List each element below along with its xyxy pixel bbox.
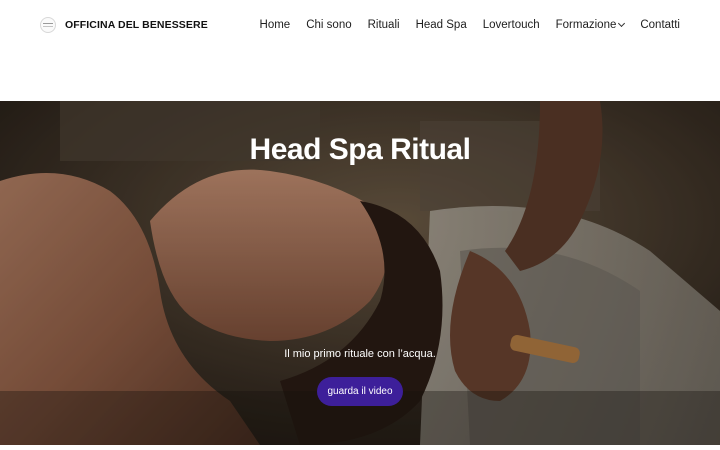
site-header: OFFICINA DEL BENESSERE Home Chi sono Rit… (0, 0, 720, 101)
nav-item-formazione[interactable]: Formazione (555, 19, 626, 31)
brand-name: OFFICINA DEL BENESSERE (65, 19, 208, 31)
nav-item-contatti[interactable]: Contatti (640, 19, 680, 31)
hero-section: Head Spa Ritual Il mio primo rituale con… (0, 101, 720, 445)
nav-item-formazione-label: Formazione (555, 19, 617, 31)
nav-item-head-spa[interactable]: Head Spa (416, 19, 467, 31)
hero-title: Head Spa Ritual (249, 133, 471, 166)
hero-subtitle: Il mio primo rituale con l’acqua. (284, 348, 436, 360)
brand-logo-icon (40, 17, 56, 33)
nav-item-lovertouch[interactable]: Lovertouch (483, 19, 540, 31)
page-bottom-strip (0, 445, 720, 450)
chevron-down-icon (618, 19, 626, 28)
nav-item-chi-sono[interactable]: Chi sono (306, 19, 351, 31)
nav-item-rituali[interactable]: Rituali (368, 19, 400, 31)
watch-video-button[interactable]: guarda il video (317, 377, 403, 406)
nav-item-home[interactable]: Home (260, 19, 291, 31)
brand[interactable]: OFFICINA DEL BENESSERE (40, 17, 208, 33)
main-nav: Home Chi sono Rituali Head Spa Lovertouc… (260, 19, 680, 31)
